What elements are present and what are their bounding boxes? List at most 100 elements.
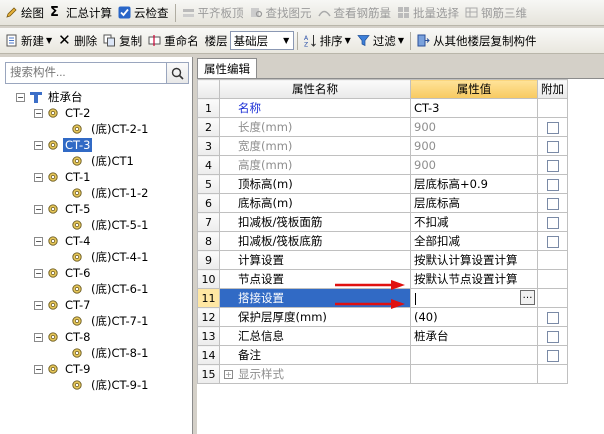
tree-item-child[interactable]: (底)CT-6-1 bbox=[71, 281, 150, 297]
attach-cell[interactable] bbox=[537, 307, 568, 327]
tree-item-group[interactable]: − CT-1 bbox=[34, 169, 92, 185]
property-value-cell[interactable]: 900 bbox=[410, 136, 538, 156]
attach-checkbox[interactable] bbox=[546, 235, 559, 248]
tree-item-child[interactable]: (底)CT-7-1 bbox=[71, 313, 150, 329]
property-name-cell[interactable]: 汇总信息 bbox=[219, 326, 411, 346]
view-rebar-qty-button[interactable]: 查看钢筋量 bbox=[315, 2, 395, 24]
tree-item-group[interactable]: − CT-2 bbox=[34, 105, 92, 121]
table-row[interactable]: 12 保护层厚度(mm) (40) bbox=[197, 307, 568, 327]
property-name-cell[interactable]: 扣减板/筏板底筋 bbox=[219, 231, 411, 251]
attach-cell[interactable] bbox=[537, 231, 568, 251]
tree-item-group[interactable]: − CT-3 bbox=[34, 137, 93, 153]
table-row[interactable]: 6 底标高(m) 层底标高 bbox=[197, 193, 568, 213]
rebar-3d-button[interactable]: 钢筋三维 bbox=[462, 2, 530, 24]
attach-cell[interactable] bbox=[537, 193, 568, 213]
tree-item-child[interactable]: (底)CT-8-1 bbox=[71, 345, 150, 361]
property-name-cell[interactable]: 高度(mm) bbox=[219, 155, 411, 175]
rename-button[interactable]: 重命名 bbox=[145, 30, 202, 52]
property-value-cell[interactable] bbox=[410, 345, 538, 365]
batch-select-button[interactable]: 批量选择 bbox=[394, 2, 462, 24]
property-name-cell[interactable]: 名称 bbox=[219, 98, 411, 118]
ellipsis-button[interactable]: … bbox=[520, 290, 535, 305]
table-row[interactable]: 8 扣减板/筏板底筋 全部扣减 bbox=[197, 231, 568, 251]
table-row[interactable]: 9 计算设置 按默认计算设置计算 bbox=[197, 250, 568, 270]
tree-item-child[interactable]: (底)CT-9-1 bbox=[71, 377, 150, 393]
attach-checkbox[interactable] bbox=[546, 349, 559, 362]
sum-calc-button[interactable]: Σ 汇总计算 bbox=[47, 2, 115, 24]
collapse-icon[interactable]: − bbox=[34, 236, 43, 246]
property-value-cell[interactable]: 全部扣减 bbox=[410, 231, 538, 251]
chevron-down-icon[interactable]: ▼ bbox=[280, 32, 293, 49]
property-value-cell[interactable]: 不扣减 bbox=[410, 212, 538, 232]
draw-button[interactable]: 绘图 bbox=[2, 2, 47, 24]
property-name-cell[interactable]: 长度(mm) bbox=[219, 117, 411, 137]
search-input[interactable] bbox=[5, 62, 167, 84]
property-value-cell[interactable]: 桩承台 bbox=[410, 326, 538, 346]
table-row[interactable]: 13 汇总信息 桩承台 bbox=[197, 326, 568, 346]
collapse-icon[interactable]: − bbox=[34, 364, 43, 374]
attach-checkbox[interactable] bbox=[546, 330, 559, 343]
copy-button[interactable]: 复制 bbox=[100, 30, 145, 52]
tree-item-child[interactable]: (底)CT-1-2 bbox=[71, 185, 150, 201]
property-name-cell[interactable]: 保护层厚度(mm) bbox=[219, 307, 411, 327]
attach-checkbox[interactable] bbox=[546, 159, 559, 172]
property-value-cell[interactable]: 按默认节点设置计算 bbox=[410, 269, 538, 289]
sort-button[interactable]: AZ 排序 ▼ bbox=[301, 30, 354, 52]
table-row[interactable]: 5 顶标高(m) 层底标高+0.9 bbox=[197, 174, 568, 194]
tree-item-group[interactable]: − CT-8 bbox=[34, 329, 92, 345]
tree-item-group[interactable]: − CT-6 bbox=[34, 265, 92, 281]
collapse-icon[interactable]: − bbox=[34, 108, 43, 118]
attach-checkbox[interactable] bbox=[546, 178, 559, 191]
attach-cell[interactable] bbox=[537, 326, 568, 346]
collapse-icon[interactable]: − bbox=[34, 332, 43, 342]
property-name-cell[interactable]: + 显示样式 bbox=[219, 364, 411, 384]
property-value-cell[interactable]: CT-3 bbox=[410, 98, 538, 118]
table-row[interactable]: 7 扣减板/筏板面筋 不扣减 bbox=[197, 212, 568, 232]
table-row[interactable]: 3 宽度(mm) 900 bbox=[197, 136, 568, 156]
find-element-button[interactable]: 查找图元 bbox=[247, 2, 315, 24]
table-row[interactable]: 15 + 显示样式 bbox=[197, 364, 568, 384]
attach-cell[interactable] bbox=[537, 174, 568, 194]
table-row[interactable]: 14 备注 bbox=[197, 345, 568, 365]
attach-checkbox[interactable] bbox=[546, 216, 559, 229]
property-value-cell[interactable]: … bbox=[410, 288, 538, 308]
property-name-cell[interactable]: 顶标高(m) bbox=[219, 174, 411, 194]
collapse-icon[interactable]: − bbox=[34, 300, 43, 310]
tree-item-group[interactable]: − CT-7 bbox=[34, 297, 92, 313]
search-button[interactable] bbox=[167, 62, 189, 84]
cloud-check-button[interactable]: 云检查 bbox=[115, 2, 172, 24]
attach-checkbox[interactable] bbox=[546, 140, 559, 153]
tree-item-child[interactable]: (底)CT-5-1 bbox=[71, 217, 150, 233]
attach-checkbox[interactable] bbox=[546, 197, 559, 210]
attach-cell[interactable] bbox=[537, 155, 568, 175]
attach-cell[interactable] bbox=[537, 212, 568, 232]
filter-button[interactable]: 过滤 ▼ bbox=[354, 30, 407, 52]
tree-item-child[interactable]: (底)CT-4-1 bbox=[71, 249, 150, 265]
copy-from-floor-button[interactable]: 从其他楼层复制构件 bbox=[414, 30, 540, 52]
property-name-cell[interactable]: 备注 bbox=[219, 345, 411, 365]
tree-item-group[interactable]: − CT-9 bbox=[34, 361, 92, 377]
property-name-cell[interactable]: 扣减板/筏板面筋 bbox=[219, 212, 411, 232]
align-slab-button[interactable]: 平齐板顶 bbox=[179, 2, 247, 24]
property-name-cell[interactable]: 计算设置 bbox=[219, 250, 411, 270]
tree-item-child[interactable]: (底)CT-2-1 bbox=[71, 121, 150, 137]
property-name-cell[interactable]: 宽度(mm) bbox=[219, 136, 411, 156]
floor-select[interactable]: 基础层 ▼ bbox=[229, 31, 294, 50]
tree-item-group[interactable]: − CT-4 bbox=[34, 233, 92, 249]
tree-root[interactable]: − 桩承台 bbox=[16, 89, 85, 105]
attach-cell[interactable] bbox=[537, 117, 568, 137]
tab-property-edit[interactable]: 属性编辑 bbox=[197, 58, 257, 78]
tree-item-child[interactable]: (底)CT1 bbox=[71, 153, 136, 169]
table-row[interactable]: 4 高度(mm) 900 bbox=[197, 155, 568, 175]
collapse-icon[interactable]: − bbox=[16, 92, 25, 102]
expand-icon[interactable]: + bbox=[224, 370, 233, 379]
delete-button[interactable]: ✕ 删除 bbox=[55, 30, 100, 52]
collapse-icon[interactable]: − bbox=[34, 172, 43, 182]
new-button[interactable]: 新建 ▼ bbox=[2, 30, 55, 52]
tree-item-group[interactable]: − CT-5 bbox=[34, 201, 92, 217]
property-value-cell[interactable]: 层底标高+0.9 bbox=[410, 174, 538, 194]
property-value-cell[interactable] bbox=[410, 364, 538, 384]
property-value-cell[interactable]: (40) bbox=[410, 307, 538, 327]
property-value-cell[interactable]: 层底标高 bbox=[410, 193, 538, 213]
table-row[interactable]: 2 长度(mm) 900 bbox=[197, 117, 568, 137]
